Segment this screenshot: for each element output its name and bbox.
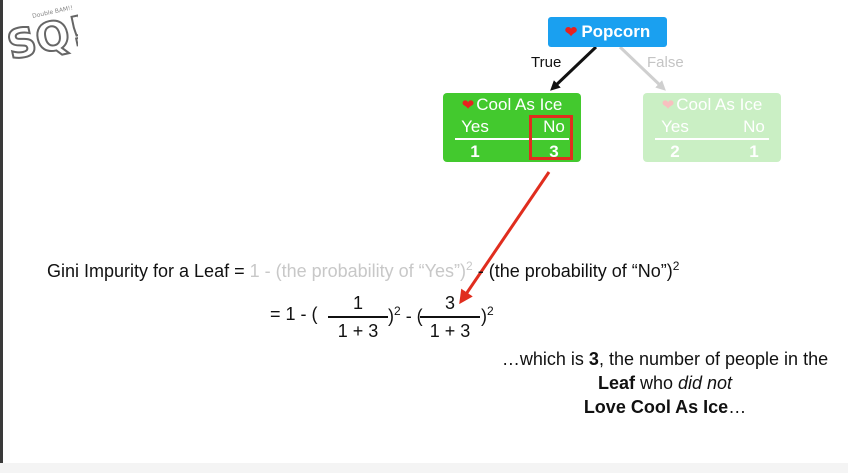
formula-yes-term: 1 - (the probability of “Yes”)2: [249, 259, 473, 281]
frac1-denominator: 1 + 3: [337, 321, 379, 341]
gini-formula: Gini Impurity for a Leaf = 1 - (the prob…: [47, 259, 679, 282]
leaf-right-col-no: No: [743, 117, 765, 136]
leaf-left-title: ❤ Cool As Ice: [461, 95, 563, 114]
leaf-right-divider: [655, 138, 769, 140]
leaf-right-col-yes: Yes: [661, 117, 689, 136]
leaf-right: ❤ Cool As Ice Yes No 2 1: [643, 93, 781, 162]
leaf-left-yes-count: 1: [470, 142, 480, 161]
root-label: Popcorn: [581, 22, 651, 41]
frac1-bar: [328, 316, 388, 318]
frac2-bar: [420, 316, 480, 318]
leaf-right-yes-count: 2: [670, 142, 680, 161]
frac2-numerator: 3: [444, 293, 455, 313]
leaf-right-title: ❤ Cool As Ice: [661, 95, 763, 114]
formula-lhs: Gini Impurity for a Leaf =: [47, 261, 250, 281]
explanation-text: …which is 3, the number of people in the…: [501, 349, 829, 417]
formula-no-exp: 2: [672, 259, 680, 273]
root-node-popcorn: ❤ Popcorn: [548, 17, 667, 47]
true-label: True: [531, 54, 562, 71]
false-label: False: [647, 54, 684, 71]
leaf-right-no-count: 1: [749, 142, 759, 161]
no-column-highlight: [529, 115, 573, 160]
heart-icon: ❤: [564, 24, 578, 41]
frac2-denominator: 1 + 3: [429, 321, 471, 341]
leaf-left-col-yes: Yes: [461, 117, 489, 136]
formula-mid: )2 - (: [388, 304, 423, 326]
formula-line2-prefix: = 1 - (: [270, 304, 318, 324]
heart-icon: ❤: [461, 97, 475, 114]
frac1-numerator: 1: [352, 293, 363, 313]
formula-end: )2: [481, 304, 494, 326]
heart-icon: ❤: [661, 97, 675, 114]
formula-no-term: - (the probability of “No”): [472, 261, 673, 281]
